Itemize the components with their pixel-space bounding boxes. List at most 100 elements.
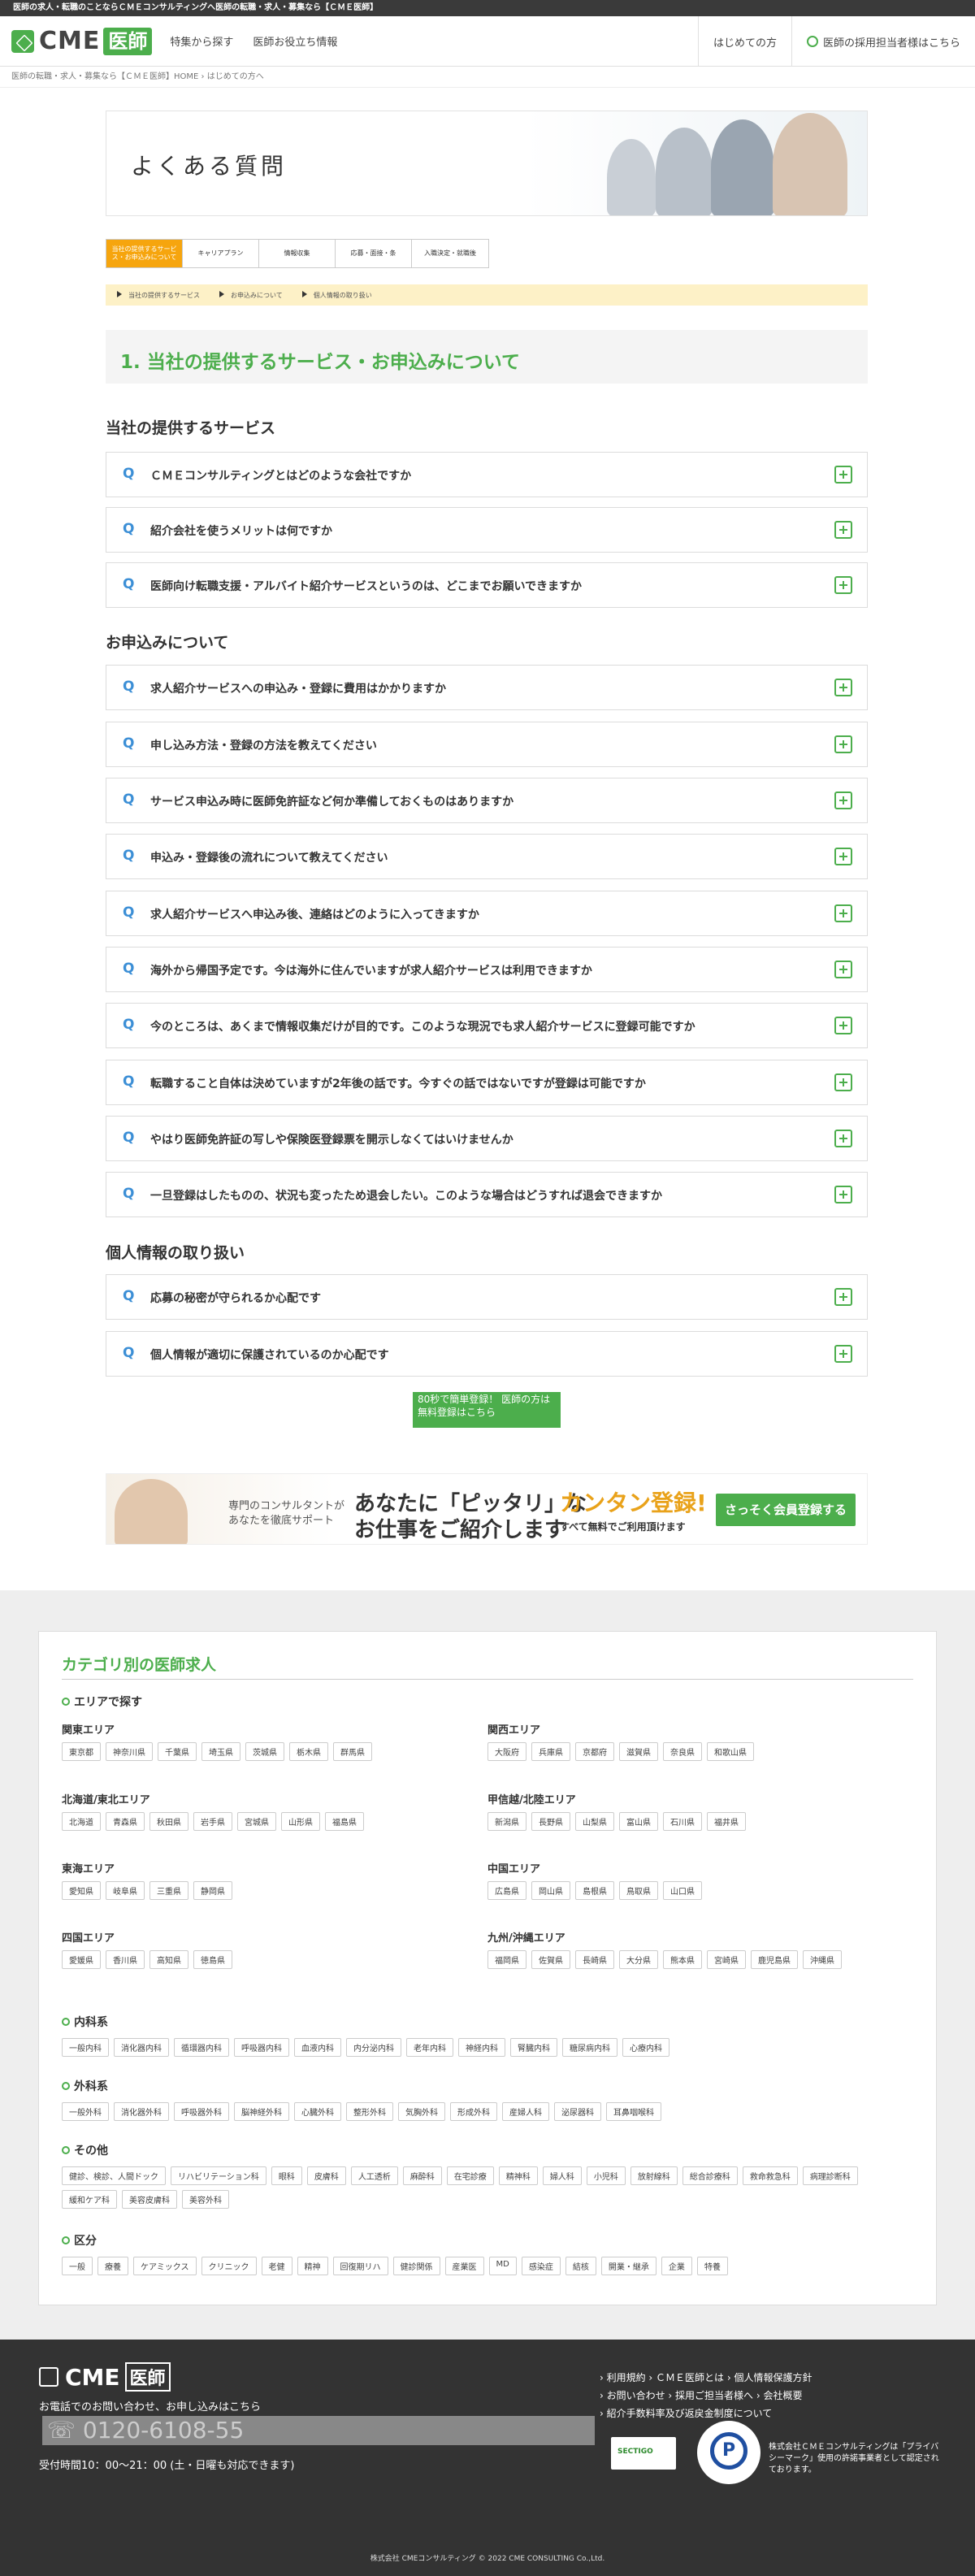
prefecture-chip[interactable]: 秋田県 bbox=[150, 1812, 188, 1831]
prefecture-chip[interactable]: 島根県 bbox=[575, 1881, 614, 1900]
prefecture-chip[interactable]: 青森県 bbox=[106, 1812, 145, 1831]
prefecture-chip[interactable]: 徳島県 bbox=[193, 1950, 232, 1969]
specialty-chip[interactable]: 救命救急科 bbox=[742, 2166, 798, 2185]
prefecture-chip[interactable]: 神奈川県 bbox=[106, 1742, 153, 1761]
faq-item[interactable]: Q 応募の秘密が守られるか心配です bbox=[106, 1274, 868, 1320]
expand-plus-icon[interactable] bbox=[834, 521, 852, 539]
expand-plus-icon[interactable] bbox=[834, 466, 852, 484]
specialty-chip[interactable]: ケアミックス bbox=[133, 2257, 197, 2275]
specialty-chip[interactable]: 呼吸器外科 bbox=[174, 2102, 229, 2121]
prefecture-chip[interactable]: 富山県 bbox=[619, 1812, 658, 1831]
prefecture-chip[interactable]: 沖縄県 bbox=[803, 1950, 842, 1969]
specialty-chip[interactable]: 緩和ケア科 bbox=[62, 2190, 117, 2209]
footer-phone[interactable]: ☏ 0120-6108-55 bbox=[42, 2416, 595, 2445]
subtab-service[interactable]: 当社の提供するサービス bbox=[128, 292, 200, 299]
recruiter-link[interactable]: 医師の採用担当者様はこちら bbox=[791, 16, 975, 67]
specialty-chip[interactable]: 療養 bbox=[98, 2257, 128, 2275]
prefecture-chip[interactable]: 高知県 bbox=[150, 1950, 188, 1969]
prefecture-chip[interactable]: 岡山県 bbox=[531, 1881, 570, 1900]
tab-career[interactable]: キャリアプラン bbox=[183, 240, 259, 267]
faq-item[interactable]: Q ＣＭＥコンサルティングとはどのような会社ですか bbox=[106, 452, 868, 497]
specialty-chip[interactable]: 美容外科 bbox=[182, 2190, 229, 2209]
prefecture-chip[interactable]: 長崎県 bbox=[575, 1950, 614, 1969]
specialty-chip[interactable]: 泌尿器科 bbox=[554, 2102, 601, 2121]
expand-plus-icon[interactable] bbox=[834, 1186, 852, 1203]
specialty-chip[interactable]: 総合診療科 bbox=[682, 2166, 738, 2185]
prefecture-chip[interactable]: 千葉県 bbox=[158, 1742, 197, 1761]
specialty-chip[interactable]: 整形外科 bbox=[346, 2102, 393, 2121]
prefecture-chip[interactable]: 京都府 bbox=[575, 1742, 614, 1761]
faq-item[interactable]: Q 申込み・登録後の流れについて教えてください bbox=[106, 834, 868, 879]
specialty-chip[interactable]: 放射線科 bbox=[630, 2166, 678, 2185]
faq-item[interactable]: Q 医師向け転職支援・アルバイト紹介サービスというのは、どこまでお願いできますか bbox=[106, 562, 868, 608]
tab-service[interactable]: 当社の提供するサービス・お申込みについて bbox=[106, 240, 183, 267]
specialty-chip[interactable]: 感染症 bbox=[521, 2257, 561, 2275]
faq-item[interactable]: Q 一旦登録はしたものの、状況も変ったため退会したい。このような場合はどうすれば退… bbox=[106, 1172, 868, 1217]
breadcrumb-home[interactable]: 医師の転職・求人・募集なら【ＣＭＥ医師】HOME bbox=[11, 72, 198, 81]
site-logo[interactable]: CME 医師 bbox=[11, 27, 153, 56]
prefecture-chip[interactable]: 石川県 bbox=[663, 1812, 702, 1831]
expand-plus-icon[interactable] bbox=[834, 1345, 852, 1363]
specialty-chip[interactable]: 精神 bbox=[297, 2257, 328, 2275]
specialty-chip[interactable]: 消化器外科 bbox=[114, 2102, 169, 2121]
specialty-chip[interactable]: MD bbox=[488, 2257, 517, 2275]
faq-item[interactable]: Q 申し込み方法・登録の方法を教えてください bbox=[106, 722, 868, 767]
specialty-chip[interactable]: 老年内科 bbox=[406, 2038, 453, 2057]
footer-link-row[interactable]: › 紹介手数料率及び返戻金制度について bbox=[600, 2405, 812, 2422]
prefecture-chip[interactable]: 和歌山県 bbox=[707, 1742, 754, 1761]
prefecture-chip[interactable]: 鳥取県 bbox=[619, 1881, 658, 1900]
prefecture-chip[interactable]: 山形県 bbox=[281, 1812, 320, 1831]
specialty-chip[interactable]: 一般外科 bbox=[62, 2102, 109, 2121]
specialty-chip[interactable]: 美容皮膚科 bbox=[122, 2190, 177, 2209]
first-time-link[interactable]: はじめての方 bbox=[697, 16, 791, 67]
faq-item[interactable]: Q 求人紹介サービスへ申込み後、連絡はどのように入ってきますか bbox=[106, 891, 868, 936]
specialty-chip[interactable]: 老健 bbox=[261, 2257, 292, 2275]
prefecture-chip[interactable]: 鹿児島県 bbox=[751, 1950, 798, 1969]
specialty-chip[interactable]: 一般内科 bbox=[62, 2038, 109, 2057]
subtab-privacy[interactable]: 個人情報の取り扱い bbox=[314, 292, 372, 299]
faq-item[interactable]: Q 転職すること自体は決めていますが2年後の話です。今すぐの話ではないですが登録は… bbox=[106, 1060, 868, 1105]
faq-item[interactable]: Q 求人紹介サービスへの申込み・登録に費用はかかりますか bbox=[106, 665, 868, 710]
prefecture-chip[interactable]: 北海道 bbox=[62, 1812, 101, 1831]
expand-plus-icon[interactable] bbox=[834, 1017, 852, 1034]
specialty-chip[interactable]: リハビリテーション科 bbox=[171, 2166, 266, 2185]
specialty-chip[interactable]: 心臓外科 bbox=[294, 2102, 341, 2121]
specialty-chip[interactable]: 形成外科 bbox=[450, 2102, 497, 2121]
prefecture-chip[interactable]: 奈良県 bbox=[663, 1742, 702, 1761]
specialty-chip[interactable]: 気胸外科 bbox=[398, 2102, 445, 2121]
specialty-chip[interactable]: 腎臓内科 bbox=[510, 2038, 557, 2057]
expand-plus-icon[interactable] bbox=[834, 1073, 852, 1091]
specialty-chip[interactable]: 開業・継承 bbox=[600, 2257, 656, 2275]
expand-plus-icon[interactable] bbox=[834, 904, 852, 922]
specialty-chip[interactable]: 企業 bbox=[661, 2257, 692, 2275]
footer-logo[interactable]: CME 医師 bbox=[39, 2362, 171, 2392]
prefecture-chip[interactable]: 滋賀県 bbox=[619, 1742, 658, 1761]
expand-plus-icon[interactable] bbox=[834, 791, 852, 809]
specialty-chip[interactable]: 消化器内科 bbox=[114, 2038, 169, 2057]
prefecture-chip[interactable]: 岐阜県 bbox=[106, 1881, 145, 1900]
prefecture-chip[interactable]: 宮城県 bbox=[237, 1812, 276, 1831]
expand-plus-icon[interactable] bbox=[834, 961, 852, 978]
specialty-chip[interactable]: 一般 bbox=[62, 2257, 93, 2275]
prefecture-chip[interactable]: 山口県 bbox=[663, 1881, 702, 1900]
prefecture-chip[interactable]: 広島県 bbox=[488, 1881, 526, 1900]
expand-plus-icon[interactable] bbox=[834, 735, 852, 753]
register-cta-banner[interactable]: 専門のコンサルタントが あなたを徹底サポート あなたに「ピッタリ」な お仕事をご… bbox=[106, 1473, 868, 1545]
prefecture-chip[interactable]: 山梨県 bbox=[575, 1812, 614, 1831]
specialty-chip[interactable]: 健診、検診、人間ドック bbox=[62, 2166, 166, 2185]
expand-plus-icon[interactable] bbox=[834, 848, 852, 865]
faq-item[interactable]: Q サービス申込み時に医師免許証など何か準備しておくものはありますか bbox=[106, 778, 868, 823]
register-mini-banner[interactable]: 80秒で簡単登録！ 医師の方は無料登録はこちら bbox=[413, 1392, 561, 1428]
specialty-chip[interactable]: 耳鼻咽喉科 bbox=[606, 2102, 661, 2121]
specialty-chip[interactable]: 循環器内科 bbox=[174, 2038, 229, 2057]
expand-plus-icon[interactable] bbox=[834, 576, 852, 594]
faq-item[interactable]: Q 個人情報が適切に保護されているのか心配です bbox=[106, 1331, 868, 1377]
prefecture-chip[interactable]: 香川県 bbox=[106, 1950, 145, 1969]
specialty-chip[interactable]: 皮膚科 bbox=[306, 2166, 346, 2185]
prefecture-chip[interactable]: 大分県 bbox=[619, 1950, 658, 1969]
specialty-chip[interactable]: 婦人科 bbox=[542, 2166, 582, 2185]
prefecture-chip[interactable]: 愛知県 bbox=[62, 1881, 101, 1900]
specialty-chip[interactable]: 小児科 bbox=[586, 2166, 626, 2185]
specialty-chip[interactable]: 病理診断科 bbox=[802, 2166, 858, 2185]
tab-info[interactable]: 情報収集 bbox=[259, 240, 336, 267]
